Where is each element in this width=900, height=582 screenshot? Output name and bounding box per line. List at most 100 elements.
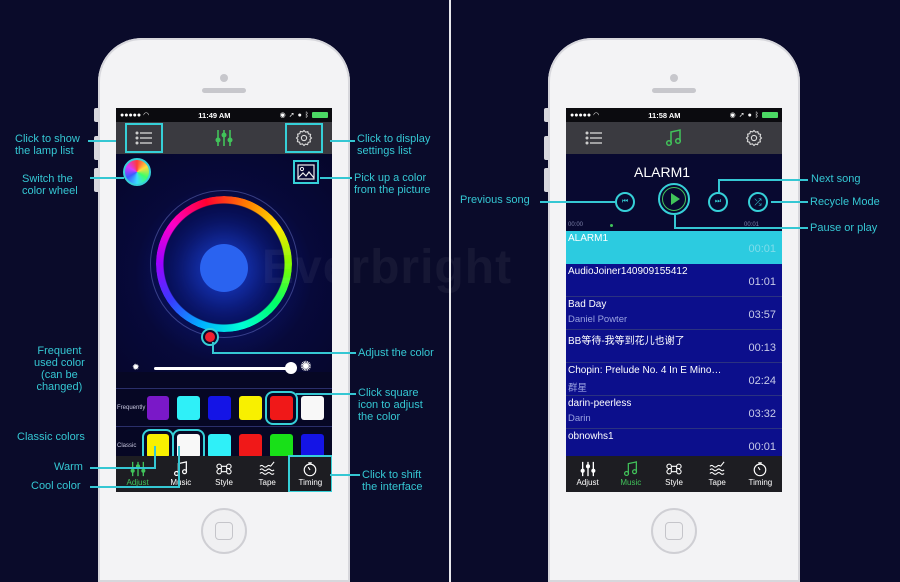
tab-style[interactable]: Style (652, 456, 695, 492)
home-button[interactable] (651, 508, 697, 554)
frequent-swatch[interactable] (239, 395, 263, 420)
tab-label: Music (620, 478, 642, 487)
play-pause-button[interactable] (658, 183, 690, 215)
sliders-icon (580, 461, 596, 477)
color-wheel-switch-button[interactable] (123, 158, 151, 186)
stopwatch-icon (302, 461, 318, 477)
song-title: BB等待-我等到花儿也谢了 (568, 336, 685, 347)
song-title: AudioJoiner140909155412 (568, 266, 688, 277)
classic-swatch-cool[interactable] (172, 428, 206, 463)
selected-color-preview (200, 244, 248, 292)
tab-adjust[interactable]: Adjust (566, 456, 609, 492)
song-title: Bad Day (568, 299, 607, 310)
frequent-swatch[interactable] (265, 390, 299, 425)
top-bar (566, 122, 782, 154)
song-row[interactable]: Chopin: Prelude No. 4 In E Mino… 群星 02:24 (566, 363, 782, 396)
song-row[interactable]: AudioJoiner140909155412 01:01 (566, 264, 782, 297)
lamp-list-button[interactable] (576, 124, 612, 152)
music-title-icon (656, 124, 692, 152)
next-song-button[interactable]: ⏭ (708, 192, 728, 212)
frequent-swatch[interactable] (301, 395, 325, 420)
annotation-recycle: Recycle Mode (810, 196, 880, 208)
color-wheel-handle[interactable] (201, 328, 219, 346)
previous-icon: ⏮ (621, 198, 629, 205)
bluetooth-icon: ᛒ (304, 111, 309, 119)
recycle-mode-button[interactable]: ⤮ (748, 192, 768, 212)
home-button[interactable] (201, 508, 247, 554)
phone-left: ●●●●● ◠ 11:49 AM ◉ ➚ ● ᛒ ✹ ✺ Frequently … (94, 38, 350, 582)
settings-button[interactable] (736, 124, 772, 152)
tab-tape[interactable]: Tape (696, 456, 739, 492)
brightness-slider-thumb[interactable] (285, 362, 297, 374)
song-duration: 00:01 (748, 441, 776, 453)
tab-label: Tape (708, 478, 726, 487)
alarm-icon: ● (297, 111, 302, 119)
classic-swatch[interactable] (270, 433, 294, 458)
stopwatch-icon (752, 461, 768, 477)
phone-right: ●●●●● ◠ 11:58 AM ◉ ➚ ● ᛒ ALARM1 ⏮ ⏭ ⤮ 00:00… (544, 38, 800, 582)
tab-bar: Adjust Music Style Tape Timing (566, 456, 782, 492)
command-icon (666, 461, 682, 477)
tab-timing[interactable]: Timing (739, 456, 782, 492)
song-row[interactable]: BB等待-我等到花儿也谢了 00:13 (566, 330, 782, 363)
status-time: 11:49 AM (198, 110, 231, 120)
annotation-settings: Click to display settings list (357, 133, 431, 157)
settings-button[interactable] (285, 123, 323, 153)
classic-colors-label: Classic (117, 442, 137, 449)
play-icon (671, 193, 680, 205)
song-duration: 02:24 (748, 375, 776, 387)
next-icon: ⏭ (714, 198, 722, 205)
tab-label: Tape (258, 478, 276, 487)
tab-label: Style (665, 478, 683, 487)
classic-swatch[interactable] (208, 433, 232, 458)
waves-icon (259, 461, 275, 477)
location-icon: ➚ (738, 112, 745, 119)
frequent-swatch[interactable] (208, 395, 232, 420)
annotation-color-wheel: Switch the color wheel (22, 173, 78, 197)
tab-tape[interactable]: Tape (246, 456, 289, 492)
classic-swatch[interactable] (301, 433, 325, 458)
previous-song-button[interactable]: ⏮ (615, 192, 635, 212)
song-duration: 03:57 (748, 309, 776, 321)
song-row[interactable]: obnowhs1 00:01 (566, 429, 782, 456)
brightness-low-icon: ✹ (132, 362, 140, 372)
classic-swatch[interactable] (239, 433, 263, 458)
lock-rotation-icon: ◉ (279, 112, 286, 119)
gear-icon (295, 129, 313, 147)
annotation-classic: Classic colors (17, 431, 85, 443)
top-bar (116, 122, 332, 154)
tab-timing[interactable]: Timing (287, 455, 332, 492)
signal-indicator: ●●●●● (570, 112, 592, 119)
song-title: obnowhs1 (568, 431, 614, 442)
music-note-icon (665, 129, 682, 147)
tab-label: Style (215, 478, 233, 487)
tab-label: Timing (748, 478, 773, 487)
tab-style[interactable]: Style (202, 456, 245, 492)
annotation-square: Click square icon to adjust the color (358, 387, 423, 423)
classic-swatch-warm[interactable] (141, 428, 175, 463)
frequent-swatch[interactable] (146, 395, 170, 420)
lock-rotation-icon: ◉ (729, 112, 736, 119)
tab-label: Timing (298, 478, 323, 487)
brightness-slider[interactable] (154, 367, 292, 370)
song-row[interactable]: ALARM1 00:01 (566, 231, 782, 264)
annotation-lamp-list: Click to show the lamp list (15, 133, 80, 157)
wifi-icon: ◠ (143, 112, 150, 119)
song-list[interactable]: ALARM1 00:01 AudioJoiner140909155412 01:01 B… (566, 231, 782, 456)
song-title: darin-peerless (568, 398, 632, 409)
song-title: Chopin: Prelude No. 4 In E Mino… (568, 365, 722, 376)
progress-indicator[interactable] (610, 224, 613, 227)
annotation-shift: Click to shift the interface (362, 469, 423, 493)
song-row[interactable]: darin-peerless Darin 03:32 (566, 396, 782, 429)
annotation-frequent: Frequent used color (can be changed) (34, 345, 85, 393)
tab-music[interactable]: Music (609, 456, 652, 492)
song-row[interactable]: Bad Day Daniel Powter 03:57 (566, 297, 782, 330)
elapsed-time: 00:00 (568, 222, 584, 228)
pick-from-picture-button[interactable] (293, 160, 319, 184)
frequent-swatch[interactable] (177, 395, 201, 420)
status-bar: ●●●●● ◠ 11:49 AM ◉ ➚ ● ᛒ (116, 108, 332, 122)
lamp-list-button[interactable] (125, 123, 163, 153)
sliders-icon (215, 130, 233, 146)
music-note-icon (623, 461, 639, 477)
image-icon (297, 164, 315, 180)
